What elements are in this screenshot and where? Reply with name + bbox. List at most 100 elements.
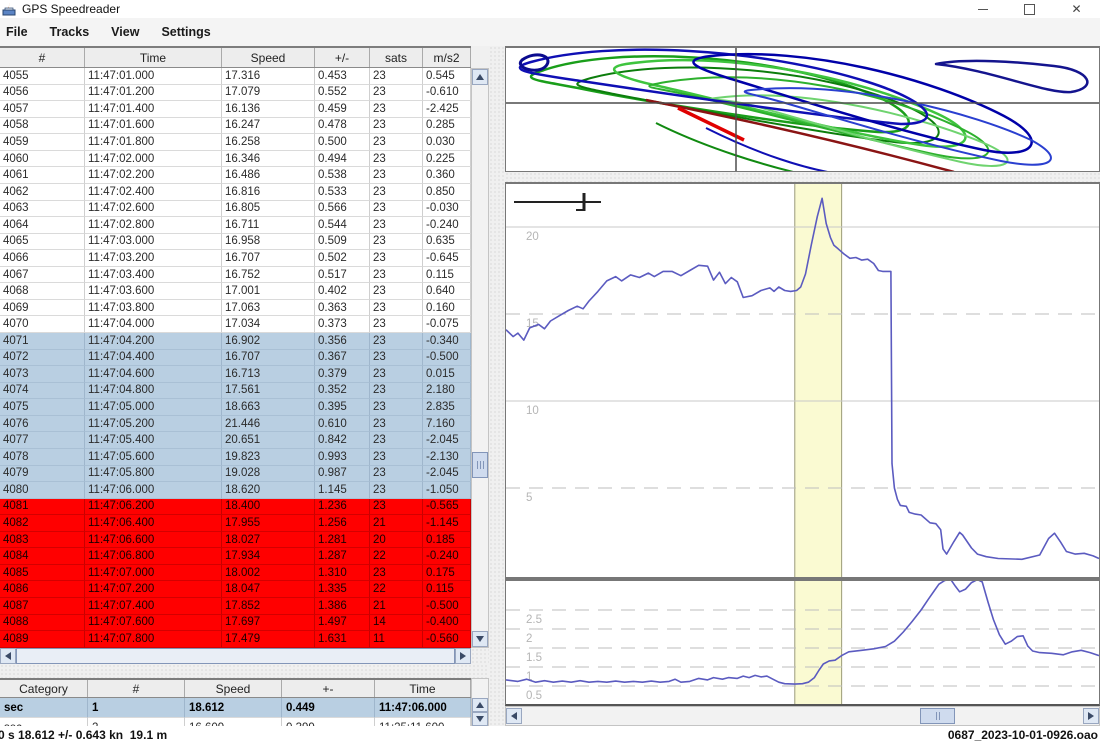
- speed-chart-panel[interactable]: 2015105: [505, 182, 1100, 578]
- column-header-num[interactable]: #: [0, 48, 85, 67]
- table-row[interactable]: 408611:47:07.20018.0471.335220.115: [0, 581, 471, 598]
- table-row[interactable]: 406511:47:03.00016.9580.509230.635: [0, 234, 471, 251]
- cell: 0.478: [315, 118, 370, 135]
- table-row[interactable]: 407211:47:04.40016.7070.36723-0.500: [0, 350, 471, 367]
- right-horizontal-splitter-1[interactable]: [505, 172, 1100, 182]
- table-row[interactable]: 405611:47:01.20017.0790.55223-0.610: [0, 85, 471, 102]
- zoom-slider[interactable]: [514, 193, 601, 211]
- speed-chart[interactable]: 2015105: [506, 184, 1099, 578]
- table-row[interactable]: 407411:47:04.80017.5610.352232.180: [0, 383, 471, 400]
- cell: 11:47:07.200: [85, 581, 222, 598]
- maximize-button[interactable]: [1006, 0, 1053, 18]
- table-scroll-right-button[interactable]: [455, 648, 471, 664]
- cell: 11:47:06.600: [85, 532, 222, 549]
- cell: 0.367: [315, 350, 370, 367]
- table-row[interactable]: 406811:47:03.60017.0010.402230.640: [0, 283, 471, 300]
- column-header-speed[interactable]: Speed: [222, 48, 315, 67]
- table-row[interactable]: 406411:47:02.80016.7110.54423-0.240: [0, 217, 471, 234]
- table-row[interactable]: 408011:47:06.00018.6201.14523-1.050: [0, 482, 471, 499]
- table-scroll-up-button[interactable]: [472, 69, 488, 85]
- table-row[interactable]: 406711:47:03.40016.7520.517230.115: [0, 267, 471, 284]
- cell: 23: [370, 449, 423, 466]
- menu-file[interactable]: File: [0, 25, 39, 39]
- table-row[interactable]: 408111:47:06.20018.4001.23623-0.565: [0, 499, 471, 516]
- table-row[interactable]: 408511:47:07.00018.0021.310230.175: [0, 565, 471, 582]
- cell: 20.651: [222, 432, 315, 449]
- table-scroll-down-button[interactable]: [472, 631, 488, 647]
- table-row[interactable]: 407011:47:04.00017.0340.37323-0.075: [0, 316, 471, 333]
- table-vscroll-thumb[interactable]: [472, 452, 488, 478]
- summary-scroll-down-button[interactable]: [472, 712, 488, 726]
- summary-header-speed[interactable]: Speed: [185, 680, 282, 697]
- table-row[interactable]: 406011:47:02.00016.3460.494230.225: [0, 151, 471, 168]
- cell: 11:47:07.000: [85, 565, 222, 582]
- table-scroll-left-button[interactable]: [0, 648, 16, 664]
- vertical-splitter[interactable]: [489, 46, 505, 726]
- minimize-button[interactable]: [959, 0, 1006, 18]
- chart-hscroll-thumb[interactable]: [920, 708, 955, 724]
- cell: 7.160: [423, 416, 471, 433]
- table-row[interactable]: 406211:47:02.40016.8160.533230.850: [0, 184, 471, 201]
- table-vscrollbar[interactable]: [471, 68, 489, 648]
- track-map[interactable]: [506, 48, 1099, 172]
- chart-hscrollbar[interactable]: [505, 706, 1100, 726]
- summary-header-category[interactable]: Category: [0, 680, 88, 697]
- cell: 18.027: [222, 532, 315, 549]
- track-map-panel[interactable]: [505, 46, 1100, 172]
- column-header-[interactable]: +/-: [315, 48, 370, 67]
- cell: 4084: [0, 548, 85, 565]
- table-row[interactable]: 407611:47:05.20021.4460.610237.160: [0, 416, 471, 433]
- column-header-ms2[interactable]: m/s2: [423, 48, 471, 67]
- cell: 11:47:07.600: [85, 615, 222, 632]
- table-row[interactable]: 406111:47:02.20016.4860.538230.360: [0, 167, 471, 184]
- table-row[interactable]: 406911:47:03.80017.0630.363230.160: [0, 300, 471, 317]
- table-row[interactable]: 407811:47:05.60019.8230.99323-2.130: [0, 449, 471, 466]
- table-row[interactable]: 406611:47:03.20016.7070.50223-0.645: [0, 250, 471, 267]
- cell: 4083: [0, 532, 85, 549]
- column-header-time[interactable]: Time: [85, 48, 222, 67]
- error-chart[interactable]: 2.521.510.5: [506, 581, 1099, 704]
- menu-settings[interactable]: Settings: [150, 25, 221, 39]
- chart-scroll-left-button[interactable]: [506, 708, 522, 724]
- table-row[interactable]: 405911:47:01.80016.2580.500230.030: [0, 134, 471, 151]
- table-row[interactable]: 408911:47:07.80017.4791.63111-0.560: [0, 631, 471, 648]
- table-row[interactable]: 407311:47:04.60016.7130.379230.015: [0, 366, 471, 383]
- table-row[interactable]: 405811:47:01.60016.2470.478230.285: [0, 118, 471, 135]
- table-row[interactable]: 407911:47:05.80019.0280.98723-2.045: [0, 466, 471, 483]
- column-header-sats[interactable]: sats: [370, 48, 423, 67]
- menu-tracks[interactable]: Tracks: [39, 25, 101, 39]
- cell: 11:47:06.200: [85, 499, 222, 516]
- table-row[interactable]: 407511:47:05.00018.6630.395232.835: [0, 399, 471, 416]
- table-row[interactable]: 408211:47:06.40017.9551.25621-1.145: [0, 515, 471, 532]
- close-icon: ✕: [1071, 3, 1081, 15]
- menu-bar: FileTracksViewSettings: [0, 18, 1100, 47]
- summary-header-time[interactable]: Time: [375, 680, 471, 697]
- left-horizontal-splitter[interactable]: [0, 664, 489, 678]
- table-row[interactable]: 408711:47:07.40017.8521.38621-0.500: [0, 598, 471, 615]
- cell: 21: [370, 515, 423, 532]
- table-row[interactable]: 408811:47:07.60017.6971.49714-0.400: [0, 615, 471, 632]
- cell: 0.538: [315, 167, 370, 184]
- cell: 16.346: [222, 151, 315, 168]
- summary-row[interactable]: sec118.6120.44911:47:06.000: [0, 698, 471, 718]
- cell: 0.356: [315, 333, 370, 350]
- table-row[interactable]: 405711:47:01.40016.1360.45923-2.425: [0, 101, 471, 118]
- cell: 11:47:02.200: [85, 167, 222, 184]
- cell: 23: [370, 134, 423, 151]
- table-row[interactable]: 405511:47:01.00017.3160.453230.545: [0, 68, 471, 85]
- summary-scroll-up-button[interactable]: [472, 698, 488, 712]
- menu-view[interactable]: View: [100, 25, 150, 39]
- chart-scroll-right-button[interactable]: [1083, 708, 1099, 724]
- summary-header-[interactable]: #: [88, 680, 185, 697]
- table-row[interactable]: 408411:47:06.80017.9341.28722-0.240: [0, 548, 471, 565]
- summary-header-[interactable]: +-: [282, 680, 375, 697]
- close-button[interactable]: ✕: [1053, 0, 1100, 18]
- table-row[interactable]: 407111:47:04.20016.9020.35623-0.340: [0, 333, 471, 350]
- table-row[interactable]: 406311:47:02.60016.8050.56623-0.030: [0, 201, 471, 218]
- table-row[interactable]: 407711:47:05.40020.6510.84223-2.045: [0, 432, 471, 449]
- table-row[interactable]: 408311:47:06.60018.0271.281200.185: [0, 532, 471, 549]
- summary-row[interactable]: sec216.6090.39911:25:11.600: [0, 718, 471, 726]
- error-chart-panel[interactable]: 2.521.510.5: [505, 578, 1100, 706]
- table-hscroll-thumb[interactable]: [16, 648, 455, 664]
- cell: 23: [370, 85, 423, 102]
